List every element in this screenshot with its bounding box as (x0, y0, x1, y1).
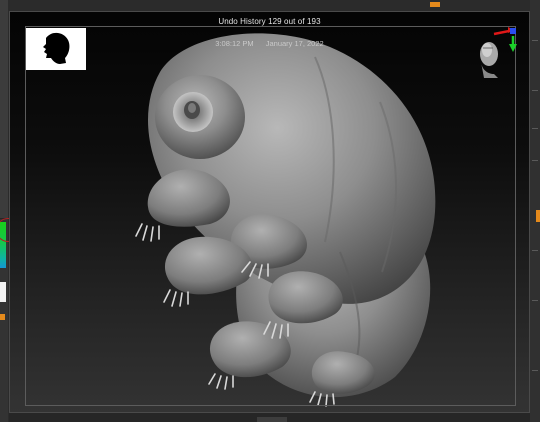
undo-history-label: Undo History 129 out of 193 (218, 17, 321, 26)
navigation-head-gizmo-icon[interactable] (466, 26, 522, 86)
right-orange-indicator (536, 210, 540, 222)
sculpt-app-window: Undo History 129 out of 193 3:08:12 PM J… (0, 0, 540, 422)
3d-viewport[interactable]: Undo History 129 out of 193 3:08:12 PM J… (9, 11, 530, 413)
right-strip-tick (532, 90, 538, 91)
left-strip-panel[interactable] (0, 178, 8, 219)
head-silhouette-thumbnail-icon[interactable] (26, 28, 86, 70)
right-strip-tick (532, 300, 538, 301)
bottom-shelf (9, 413, 530, 422)
orange-indicator (0, 314, 5, 320)
left-strip-panel[interactable] (0, 94, 8, 135)
right-strip-tick (532, 370, 538, 371)
timestamp-date: January 17, 2022 (265, 39, 324, 48)
right-strip-tick (532, 160, 538, 161)
left-strip-panel[interactable] (0, 60, 8, 95)
left-strip-panel[interactable] (0, 0, 8, 61)
right-tool-strip (530, 0, 540, 422)
secondary-color-swatch[interactable] (0, 282, 6, 302)
right-strip-tick (532, 250, 538, 251)
left-tool-strip (0, 0, 8, 422)
right-strip-tick (532, 128, 538, 129)
timestamp-time: 3:08:12 PM (215, 39, 254, 48)
timestamp: 3:08:12 PM January 17, 2022 (10, 39, 529, 48)
top-orange-indicator (430, 2, 440, 7)
bottom-shelf-handle[interactable] (257, 417, 287, 422)
left-strip-panel[interactable] (0, 134, 8, 179)
right-strip-tick (532, 40, 538, 41)
tardigrade-sculpt-model[interactable] (10, 12, 530, 413)
